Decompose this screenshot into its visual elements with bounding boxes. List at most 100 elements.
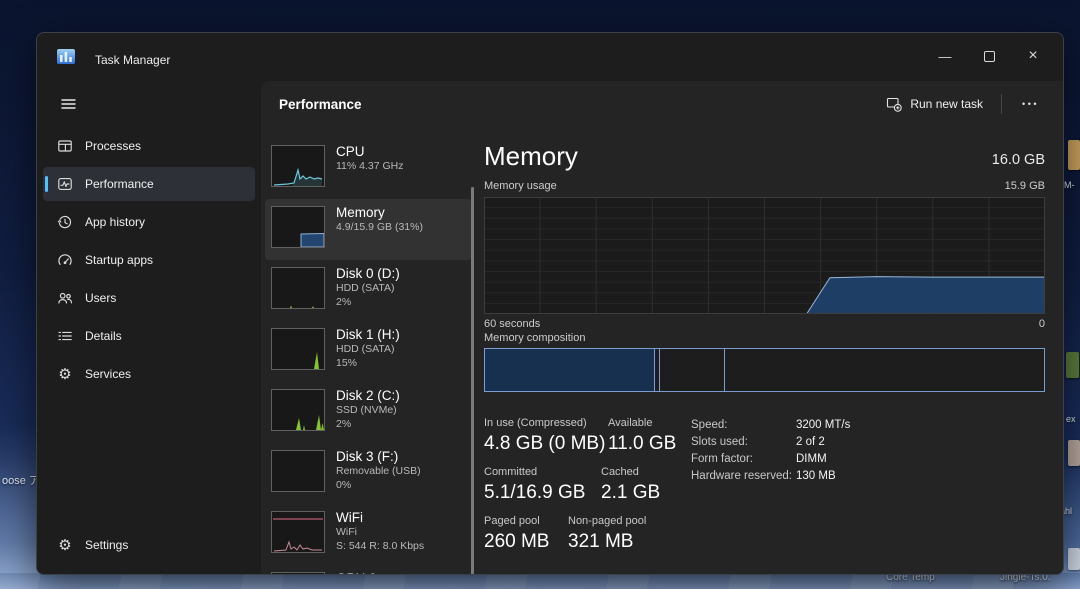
resource-title: Disk 1 (H:) [336, 326, 400, 343]
sidebar-item-startup-apps[interactable]: Startup apps [43, 243, 255, 277]
resource-subtitle: 15% [336, 357, 400, 371]
detail-value: 130 MB [796, 470, 836, 482]
resource-subtitle: S: 544 R: 8.0 Kbps [336, 540, 424, 554]
disk0-mini-graph [271, 267, 325, 309]
resource-subtitle: WiFi [336, 526, 424, 540]
run-new-task-label: Run new task [910, 97, 983, 111]
header-divider [1001, 94, 1002, 114]
sidebar-item-label: Processes [85, 139, 141, 153]
stat-value: 2.1 GB [601, 482, 660, 504]
sidebar-item-label: Details [85, 329, 122, 343]
performance-resource-list: CPU 11% 4.37 GHz Memory 4.9/15.9 GB (31%… [261, 129, 476, 574]
resource-title: Disk 2 (C:) [336, 387, 400, 404]
desktop-icon[interactable] [1068, 440, 1080, 466]
desktop-icon-label[interactable]: M- [1064, 180, 1075, 190]
desktop-icon-label[interactable]: ex [1066, 414, 1076, 424]
resource-subtitle: SSD (NVMe) [336, 404, 400, 418]
detail-label: Slots used: [691, 436, 748, 448]
stat-label: Committed [484, 466, 585, 478]
list-item-memory[interactable]: Memory 4.9/15.9 GB (31%) [265, 199, 472, 260]
composition-segment-standby [660, 349, 725, 391]
list-item-disk1[interactable]: Disk 1 (H:) HDD (SATA) 15% [265, 321, 472, 382]
sidebar-item-performance[interactable]: Performance [43, 167, 255, 201]
resource-subtitle: HDD (SATA) [336, 343, 400, 357]
resource-subtitle: Removable (USB) [336, 465, 421, 479]
cpu-mini-graph [271, 145, 325, 187]
memory-scale-max: 15.9 GB [1005, 180, 1045, 192]
resource-subtitle: 2% [336, 418, 400, 432]
memory-detail-panel: Memory 16.0 GB Memory usage 15.9 GB 60 s… [476, 129, 1063, 574]
memory-composition-bar[interactable] [484, 348, 1045, 392]
details-icon [57, 328, 73, 344]
disk1-mini-graph [271, 328, 325, 370]
sidebar-item-users[interactable]: Users [43, 281, 255, 315]
maximize-button[interactable] [971, 43, 1007, 69]
selected-accent-bar [45, 176, 48, 192]
task-manager-app-icon [57, 49, 75, 64]
sidebar-item-label: App history [85, 215, 145, 229]
memory-usage-graph[interactable] [484, 197, 1045, 314]
minimize-button[interactable]: — [927, 43, 963, 69]
resource-title: Memory [336, 204, 423, 221]
gpu0-mini-graph [271, 572, 325, 575]
resource-subtitle: 4.9/15.9 GB (31%) [336, 221, 423, 235]
list-item-cpu[interactable]: CPU 11% 4.37 GHz [265, 138, 472, 199]
disk2-mini-graph [271, 389, 325, 431]
sidebar-item-details[interactable]: Details [43, 319, 255, 353]
processes-icon [57, 138, 73, 154]
maximize-icon [984, 51, 995, 62]
sidebar: Processes Performance App history [37, 81, 261, 574]
task-manager-window: Task Manager — × Processes [36, 32, 1064, 575]
resource-subtitle: 11% 4.37 GHz [336, 160, 404, 174]
sidebar-item-settings[interactable]: ⚙ Settings [43, 528, 255, 562]
list-item-disk2[interactable]: Disk 2 (C:) SSD (NVMe) 2% [265, 382, 472, 443]
sidebar-item-label: Performance [85, 177, 154, 191]
stat-value: 260 MB [484, 531, 549, 553]
sidebar-item-label: Users [85, 291, 116, 305]
detail-label: Form factor: [691, 453, 753, 465]
desktop-icon[interactable] [1066, 352, 1079, 378]
stat-label: Cached [601, 466, 660, 478]
list-item-disk0[interactable]: Disk 0 (D:) HDD (SATA) 2% [265, 260, 472, 321]
content-panel: Performance Run new task ••• [261, 81, 1063, 574]
startup-apps-icon [57, 252, 73, 268]
stat-value: 4.8 GB (0 MB) [484, 433, 605, 455]
list-item-wifi[interactable]: WiFi WiFi S: 544 R: 8.0 Kbps [265, 504, 472, 565]
sidebar-item-label: Settings [85, 538, 128, 552]
sidebar-item-app-history[interactable]: App history [43, 205, 255, 239]
page-title: Performance [279, 97, 362, 112]
users-icon [57, 290, 73, 306]
list-scrollbar[interactable] [471, 187, 474, 575]
sidebar-item-processes[interactable]: Processes [43, 129, 255, 163]
stat-label: Available [608, 417, 676, 429]
detail-value: DIMM [796, 453, 827, 465]
resource-title: WiFi [336, 509, 424, 526]
desktop-icon-label[interactable]: oose ア [2, 472, 40, 488]
resource-subtitle: 2% [336, 296, 400, 310]
titlebar: Task Manager — × [37, 33, 1063, 81]
timeline-right-label: 0 [1039, 318, 1045, 330]
sidebar-item-label: Services [85, 367, 131, 381]
disk3-mini-graph [271, 450, 325, 492]
more-options-button[interactable]: ••• [1012, 95, 1049, 113]
stat-label: Paged pool [484, 515, 549, 527]
resource-title: Disk 0 (D:) [336, 265, 400, 282]
detail-label: Hardware reserved: [691, 470, 792, 482]
sidebar-item-services[interactable]: ⚙ Services [43, 357, 255, 391]
stat-label: In use (Compressed) [484, 417, 605, 429]
settings-gear-icon: ⚙ [57, 537, 73, 553]
resource-title: Disk 3 (F:) [336, 448, 421, 465]
stat-value: 321 MB [568, 531, 646, 553]
list-item-gpu0[interactable]: GPU 0 [265, 565, 472, 575]
detail-value: 2 of 2 [796, 436, 825, 448]
resource-subtitle: 0% [336, 479, 421, 493]
sidebar-item-label: Startup apps [85, 253, 153, 267]
desktop-icon[interactable] [1068, 140, 1080, 170]
desktop-icon[interactable] [1068, 548, 1080, 570]
navigation-menu-button[interactable] [51, 89, 85, 119]
close-button[interactable]: × [1015, 43, 1051, 69]
run-new-task-button[interactable]: Run new task [878, 92, 991, 116]
detail-label: Speed: [691, 419, 727, 431]
run-new-task-icon [886, 96, 902, 112]
list-item-disk3[interactable]: Disk 3 (F:) Removable (USB) 0% [265, 443, 472, 504]
